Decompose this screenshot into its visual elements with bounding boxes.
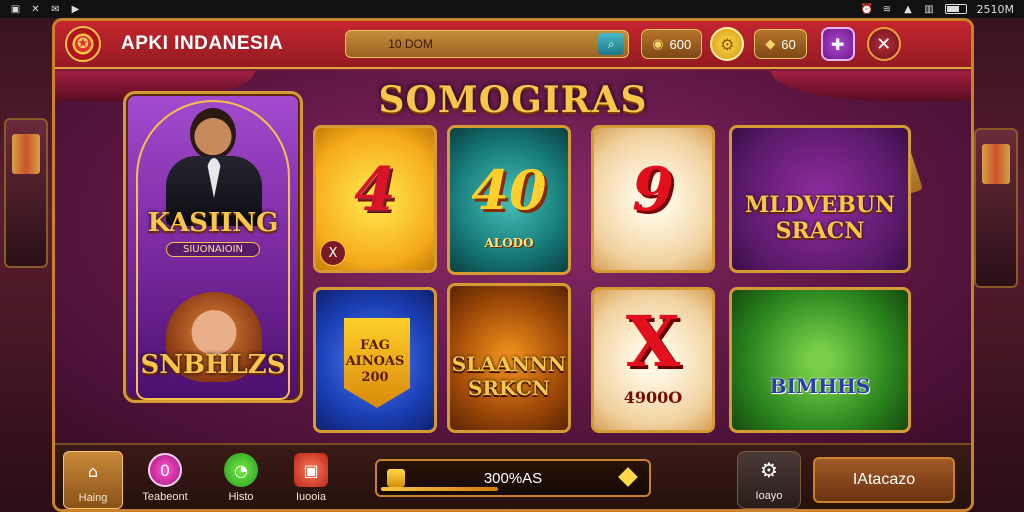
- gift-icon: ▣: [294, 453, 328, 487]
- play-icon: ▶: [71, 3, 80, 15]
- slot-machine-decoration: [974, 128, 1018, 288]
- background-left: [0, 18, 60, 512]
- gamepad-icon: ✚: [831, 34, 845, 54]
- reward-progress-bar[interactable]: 300%AS: [375, 459, 651, 497]
- tile-number: 4: [354, 155, 396, 225]
- gamepad-button[interactable]: ✚: [820, 27, 855, 61]
- tile-number: 40: [471, 158, 547, 222]
- game-tile[interactable]: 9: [591, 125, 715, 273]
- featured-bottom-title: SNBHLZS: [140, 350, 286, 380]
- slot-machine-decoration: [4, 118, 48, 268]
- nav-tournament-label: Teabeont: [142, 491, 188, 503]
- home-icon: ⌂: [87, 461, 99, 481]
- status-bar: ▣ ✕ ✉ ▶ ⏰ ≋ ▲ ▥ 2510M: [0, 0, 1024, 18]
- nav-home[interactable]: ⌂ Haing: [63, 451, 123, 509]
- game-tile[interactable]: SLAANNN SRKCN: [447, 283, 571, 433]
- top-header: ✪ APKI INDANESIA 10 DOM ⌕ ◉ 600 ⚙ ◆ 60 ✚…: [55, 21, 971, 69]
- close-button[interactable]: ✕: [866, 27, 901, 61]
- settings-button[interactable]: ⚙ Ioayo: [737, 451, 801, 509]
- signal-icon: ▲: [904, 3, 912, 15]
- tile-caption: SLAANNN SRKCN: [451, 352, 567, 400]
- nav-gifts-label: Iuooia: [296, 491, 326, 503]
- tile-number: 9: [632, 155, 674, 225]
- mute-icon: ▥: [924, 3, 934, 15]
- trophy-icon: 0: [148, 453, 182, 487]
- alert-icon: ✉: [51, 3, 60, 15]
- coin-balance[interactable]: ◉ 600: [641, 29, 703, 59]
- app-logo[interactable]: ✪: [65, 26, 101, 62]
- tile-caption: FAG AINOAS 200: [345, 338, 405, 385]
- alarm-icon: ⏰: [860, 3, 873, 15]
- featured-title: KASIING: [147, 208, 279, 238]
- tile-caption: BIMHHS: [769, 374, 871, 398]
- nav-tournament[interactable]: 0 Teabeont: [135, 451, 195, 509]
- progress-text: 300%AS: [483, 470, 543, 487]
- search-bar[interactable]: 10 DOM ⌕: [345, 30, 630, 58]
- battery-icon: [944, 4, 967, 14]
- progress-fill: [381, 487, 498, 491]
- tile-caption: 4900O: [623, 388, 683, 407]
- gem-icon: ◆: [765, 36, 776, 51]
- notification-icon: ▣: [10, 3, 21, 15]
- game-tile[interactable]: 4 X: [313, 125, 437, 273]
- gear-icon: ⚙: [760, 458, 778, 482]
- tile-caption: MLDVEBUN SRACN: [744, 192, 896, 244]
- game-tile[interactable]: FAG AINOAS 200: [313, 287, 437, 433]
- search-value: 10 DOM: [388, 37, 433, 51]
- game-tile[interactable]: 40 ALODO: [447, 125, 571, 275]
- gem-balance-value: 60: [781, 36, 796, 52]
- nav-gifts[interactable]: ▣ Iuooia: [281, 451, 341, 509]
- close-icon: ✕: [876, 33, 892, 55]
- app-title: APKI INDANESIA: [121, 33, 284, 54]
- tile-badge: X: [320, 240, 346, 266]
- coin-balance-value: 600: [669, 36, 692, 52]
- nav-history[interactable]: ◔ Histo: [211, 451, 271, 509]
- host-avatar: [190, 108, 236, 160]
- search-icon[interactable]: ⌕: [598, 33, 625, 55]
- game-tile[interactable]: MLDVEBUN SRACN: [729, 125, 911, 273]
- nav-home-label: Haing: [78, 492, 108, 504]
- coin-icon: ◉: [652, 36, 664, 51]
- cta-button[interactable]: IAtacazo: [813, 457, 955, 503]
- bottom-bar: ⌂ Haing 0 Teabeont ◔ Histo ▣ Iuooia 300%…: [55, 443, 971, 509]
- settings-gear-button[interactable]: ⚙: [710, 27, 745, 61]
- close-notification-icon: ✕: [31, 3, 40, 15]
- logo-emblem-icon: ✪: [77, 36, 89, 52]
- settings-label: Ioayo: [755, 490, 783, 502]
- nav-history-label: Histo: [228, 491, 254, 503]
- tile-caption: ALODO: [484, 236, 534, 250]
- gem-balance[interactable]: ◆ 60: [754, 29, 807, 59]
- history-icon: ◔: [224, 453, 258, 487]
- gear-icon: ⚙: [720, 34, 735, 54]
- featured-game-card[interactable]: KASIING SIUONAIOIN SNBHLZS: [123, 91, 303, 403]
- lobby-window: ✪ APKI INDANESIA 10 DOM ⌕ ◉ 600 ⚙ ◆ 60 ✚…: [52, 18, 974, 512]
- status-time: 2510M: [976, 2, 1015, 16]
- game-tile[interactable]: BIMHHS: [729, 287, 911, 433]
- wifi-icon: ≋: [882, 3, 892, 15]
- featured-subtitle: SIUONAIOIN: [166, 242, 260, 257]
- game-tile[interactable]: X 4900O: [591, 287, 715, 433]
- tile-x-icon: X: [625, 300, 681, 383]
